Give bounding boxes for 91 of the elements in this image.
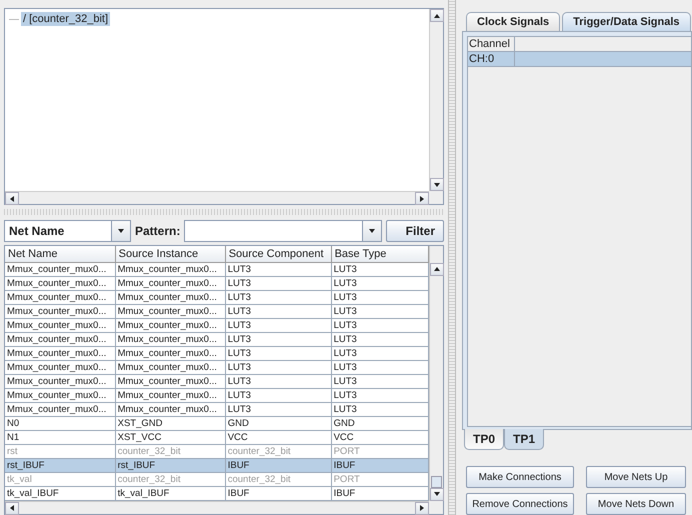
table-cell: Mmux_counter_mux0... (115, 374, 226, 388)
signal-tab[interactable]: Clock Signals (466, 12, 560, 31)
table-cell: Mmux_counter_mux0... (115, 304, 226, 318)
table-cell: LUT3 (225, 318, 332, 332)
table-cell: Mmux_counter_mux0... (115, 332, 226, 346)
net-name-dropdown[interactable]: Net Name (4, 220, 131, 242)
trigger-tab[interactable]: TP1 (504, 429, 544, 450)
column-header[interactable]: Source Component (225, 246, 332, 262)
table-cell: LUT3 (331, 262, 428, 276)
table-cell: counter_32_bit (225, 444, 332, 458)
table-cell: Mmux_counter_mux0... (5, 360, 116, 374)
action-button[interactable]: Move Nets Up (586, 466, 686, 488)
table-cell: Mmux_counter_mux0... (5, 374, 116, 388)
dropdown-arrow-icon (117, 227, 125, 236)
table-cell: LUT3 (331, 276, 428, 290)
action-button[interactable]: Make Connections (466, 466, 574, 488)
table-cell: counter_32_bit (115, 472, 226, 486)
table-cell: Mmux_counter_mux0... (5, 346, 116, 360)
column-header[interactable]: Channel (468, 37, 515, 51)
table-cell: Mmux_counter_mux0... (5, 304, 116, 318)
column-header[interactable]: Source Instance (115, 246, 226, 262)
table-cell: Mmux_counter_mux0... (5, 262, 116, 276)
table-cell: LUT3 (331, 402, 428, 416)
table-cell: LUT3 (331, 374, 428, 388)
table-cell: LUT3 (225, 276, 332, 290)
table-cell: XST_GND (115, 416, 226, 430)
table-cell: Mmux_counter_mux0... (5, 332, 116, 346)
pattern-field[interactable] (184, 220, 382, 242)
table-cell: Mmux_counter_mux0... (115, 318, 226, 332)
table-cell: LUT3 (331, 388, 428, 402)
table-cell: PORT (331, 444, 428, 458)
table-cell: tk_val_IBUF (5, 486, 116, 500)
table-cell: Mmux_counter_mux0... (115, 346, 226, 360)
table-cell: VCC (225, 430, 332, 444)
filter-button[interactable]: Filter (386, 220, 444, 242)
table-cell: Mmux_counter_mux0... (5, 276, 116, 290)
table-cell: IBUF (331, 458, 428, 472)
dropdown-arrow-icon (368, 227, 376, 236)
table-cell: Mmux_counter_mux0... (115, 360, 226, 374)
pattern-label: Pattern: (135, 224, 180, 238)
table-cell: tk_val (5, 472, 116, 486)
table-cell: IBUF (331, 486, 428, 500)
table-cell: LUT3 (331, 318, 428, 332)
table-cell: IBUF (225, 486, 332, 500)
table-cell: Mmux_counter_mux0... (5, 402, 116, 416)
table-cell: Mmux_counter_mux0... (5, 318, 116, 332)
table-cell: counter_32_bit (225, 472, 332, 486)
table-cell: PORT (331, 472, 428, 486)
table-cell: GND (225, 416, 332, 430)
table-cell: rst_IBUF (115, 458, 226, 472)
table-cell: LUT3 (225, 290, 332, 304)
table-cell: Mmux_counter_mux0... (115, 388, 226, 402)
table-cell: LUT3 (225, 304, 332, 318)
table-cell: rst (5, 444, 116, 458)
table-cell: LUT3 (331, 332, 428, 346)
table-cell: tk_val_IBUF (115, 486, 226, 500)
signal-tab[interactable]: Trigger/Data Signals (562, 12, 691, 31)
table-cell: N0 (5, 416, 116, 430)
table-cell: Mmux_counter_mux0... (5, 290, 116, 304)
table-cell: N1 (5, 430, 116, 444)
table-cell: LUT3 (225, 262, 332, 276)
table-cell: LUT3 (225, 332, 332, 346)
table-cell: LUT3 (225, 402, 332, 416)
table-cell: LUT3 (331, 360, 428, 374)
table-cell: Mmux_counter_mux0... (5, 388, 116, 402)
table-cell: LUT3 (225, 346, 332, 360)
table-cell: VCC (331, 430, 428, 444)
table-cell: LUT3 (225, 360, 332, 374)
table-cell: LUT3 (331, 304, 428, 318)
table-cell: LUT3 (331, 290, 428, 304)
table-cell: IBUF (225, 458, 332, 472)
trigger-tab[interactable]: TP0 (464, 429, 504, 450)
scroll-thumb[interactable] (431, 476, 442, 488)
column-header[interactable]: Base Type (331, 246, 428, 262)
tree-item[interactable]: / [counter_32_bit] (21, 12, 110, 26)
table-cell: Mmux_counter_mux0... (115, 402, 226, 416)
table-cell: LUT3 (225, 374, 332, 388)
action-button[interactable]: Remove Connections (466, 493, 574, 515)
table-cell: rst_IBUF (5, 458, 116, 472)
table-cell: XST_VCC (115, 430, 226, 444)
column-header[interactable]: Net Name (5, 246, 116, 262)
table-cell: Mmux_counter_mux0... (115, 262, 226, 276)
action-button[interactable]: Move Nets Down (586, 493, 686, 515)
table-cell: LUT3 (225, 388, 332, 402)
table-cell: counter_32_bit (115, 444, 226, 458)
channel-row[interactable]: CH:0 (468, 52, 691, 67)
table-cell: LUT3 (331, 346, 428, 360)
splitter-handle[interactable] (448, 0, 456, 515)
table-cell: Mmux_counter_mux0... (115, 290, 226, 304)
table-cell: GND (331, 416, 428, 430)
table-cell: Mmux_counter_mux0... (115, 276, 226, 290)
